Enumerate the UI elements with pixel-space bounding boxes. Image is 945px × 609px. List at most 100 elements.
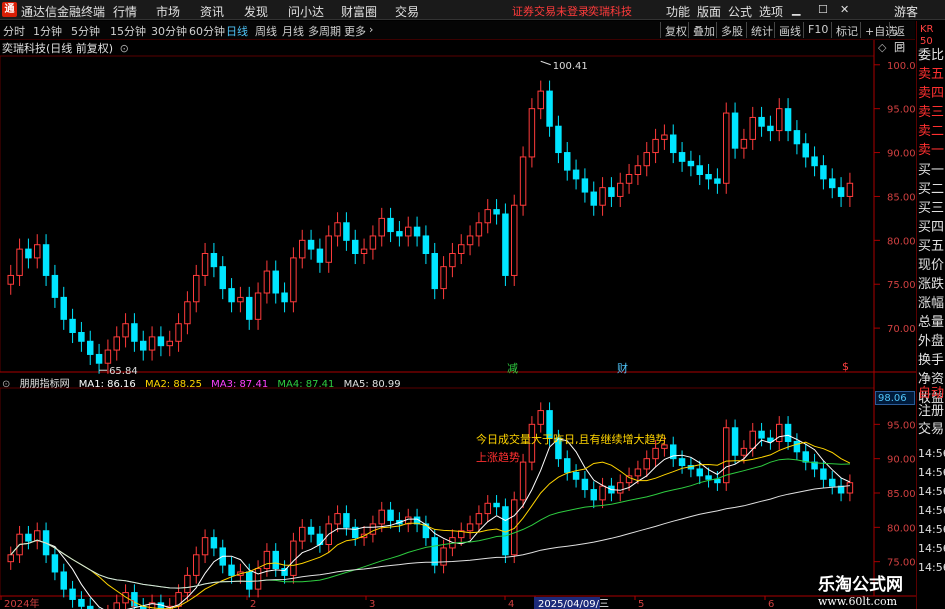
sidebar-time-label: 14:56 — [918, 542, 945, 555]
watermark-title: 乐淘公式网 — [818, 575, 903, 595]
sidebar-item[interactable]: 换手 — [918, 352, 944, 370]
price-candle — [175, 323, 182, 342]
price-candle — [643, 152, 650, 167]
price-candle — [802, 143, 809, 158]
price-candle — [537, 90, 544, 110]
price-candle — [219, 266, 226, 290]
finance-marker[interactable]: 财 — [617, 360, 628, 376]
indicator-candle — [617, 482, 624, 494]
price-candle — [237, 296, 244, 303]
sidebar-item[interactable]: 卖四 — [918, 85, 944, 103]
price-candle — [60, 296, 67, 320]
reduce-marker[interactable]: 减 — [507, 360, 518, 376]
price-tick-label: 80.00 — [887, 236, 916, 247]
watermark: 乐淘公式网 www.60lt.com — [818, 570, 930, 608]
price-candle — [396, 231, 403, 237]
price-candle — [299, 239, 306, 259]
price-candle — [272, 270, 279, 294]
stock-code-badge[interactable]: KR 50 — [920, 24, 944, 48]
price-candle — [201, 253, 209, 276]
sidebar-item[interactable]: 现价 — [918, 257, 944, 275]
price-candle — [343, 222, 350, 241]
sidebar-item[interactable]: 卖五 — [918, 66, 944, 84]
sidebar-time-label: 14:56 — [918, 523, 945, 536]
price-candle — [104, 349, 112, 364]
price-candle — [7, 274, 14, 285]
indicator-candle — [51, 554, 59, 573]
price-candle — [307, 239, 315, 250]
price-candle — [767, 125, 774, 132]
ma5-value: MA5: 80.99 — [343, 379, 401, 390]
indicator-candle — [776, 423, 783, 443]
indicator-candle — [193, 554, 200, 576]
sidebar-item[interactable]: 总量 — [918, 314, 944, 332]
indicator-candle — [175, 592, 182, 607]
price-candle — [148, 336, 156, 351]
dividend-marker[interactable]: $ — [842, 360, 849, 373]
sidebar-item[interactable]: 买一 — [918, 162, 944, 180]
sidebar-item[interactable]: 卖三 — [918, 104, 944, 122]
indicator-candle — [784, 423, 792, 443]
price-candle — [678, 152, 686, 162]
indicator-candle — [731, 427, 739, 456]
sidebar-item[interactable]: 外盘 — [918, 333, 944, 351]
indicator-candle — [69, 588, 76, 600]
indicator-candle — [652, 447, 659, 460]
indicator-candle — [802, 451, 809, 463]
kline-chart[interactable]: 100.0 95.00 90.00 85.00 80.00 75.00 70.00 95.00… — [0, 0, 945, 609]
date-tick-label: 6 — [768, 599, 774, 609]
price-candle — [140, 340, 147, 351]
price-candle — [687, 160, 695, 167]
price-candle — [714, 178, 721, 184]
sidebar-item[interactable]: 买四 — [918, 219, 944, 237]
indicator-candle — [113, 602, 120, 609]
price-candle — [572, 169, 580, 180]
sidebar-lower-item[interactable]: 自动 — [918, 385, 944, 403]
sidebar-item[interactable]: 卖二 — [918, 123, 944, 141]
price-candle — [51, 274, 59, 298]
price-candle — [696, 165, 703, 176]
price-candle — [157, 336, 165, 347]
sidebar-item[interactable]: 卖一 — [918, 142, 944, 160]
sidebar-item[interactable]: 买二 — [918, 181, 944, 199]
indicator-candle — [210, 537, 218, 549]
indicator-candle — [254, 568, 262, 590]
price-candle — [758, 116, 765, 127]
indicator-tick-label: 85.00 — [887, 489, 916, 500]
indicator-candle — [758, 430, 765, 439]
indicator-candle — [290, 540, 297, 576]
indicator-tick-label: 80.00 — [887, 523, 916, 534]
sidebar-lower-item[interactable]: 交易 — [918, 421, 944, 439]
sidebar-item[interactable]: 涨跌 — [918, 276, 944, 294]
sidebar-item[interactable]: 涨幅 — [918, 295, 944, 313]
indicator-candle — [537, 410, 544, 425]
ma5-line — [10, 485, 850, 589]
price-candle — [69, 318, 76, 334]
indicator-candle — [343, 513, 350, 528]
sidebar-lower-item[interactable]: 注册 — [918, 403, 944, 421]
price-candle — [87, 340, 94, 355]
indicator-candle — [678, 458, 686, 467]
price-candle — [316, 248, 324, 263]
indicator-candle — [564, 458, 571, 473]
sidebar-item[interactable]: 买五 — [918, 238, 944, 256]
price-tick-label: 85.00 — [887, 192, 916, 203]
price-tick-label: 90.00 — [887, 149, 916, 160]
sidebar-item[interactable]: 委比 — [918, 47, 944, 65]
price-candle — [723, 112, 730, 184]
indicator-candle — [369, 523, 377, 535]
price-candle — [511, 204, 518, 276]
indicator-candle — [263, 550, 271, 570]
indicator-name[interactable]: 朋朋指标网 — [20, 379, 70, 390]
sidebar-time-label: 14:56 — [918, 447, 945, 460]
indicator-candle — [740, 447, 748, 456]
watermark-url: www.60lt.com — [818, 595, 898, 608]
price-candle — [564, 152, 571, 171]
indicator-settings-icon[interactable]: ⊙ — [2, 379, 10, 390]
price-candle — [493, 209, 500, 215]
indicator-candle — [484, 502, 491, 515]
sidebar-time-label: 14:56 — [918, 466, 945, 479]
indicator-candle — [475, 513, 483, 525]
sidebar-item[interactable]: 买三 — [918, 200, 944, 218]
price-candle — [608, 187, 615, 197]
